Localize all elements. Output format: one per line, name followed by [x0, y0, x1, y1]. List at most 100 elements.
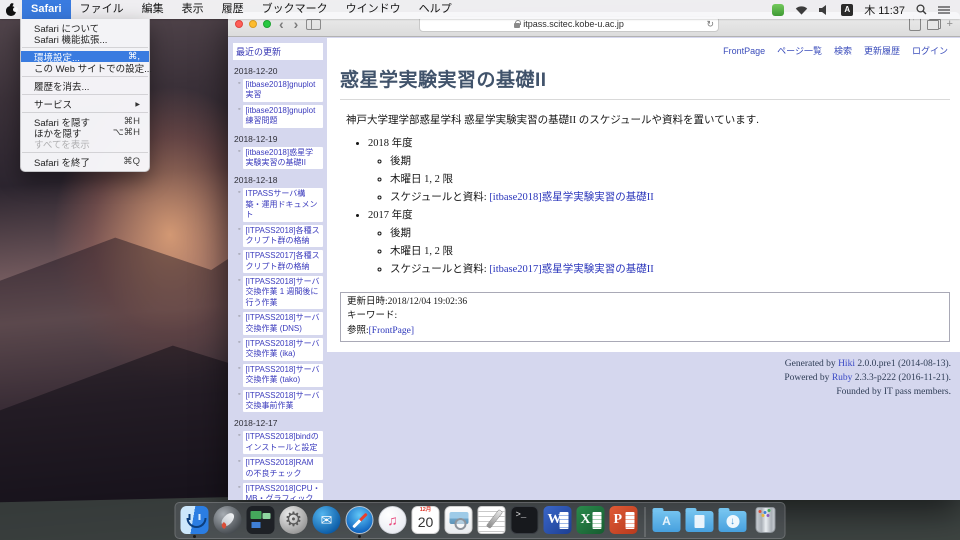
menubar-item-window[interactable]: ウインドウ — [337, 0, 410, 19]
sidebar-wiki-link[interactable]: [ITPASS2018]サーバ交換作業 (DNS) — [243, 312, 323, 335]
menubar-item-safari[interactable]: Safari — [22, 0, 71, 19]
dock-item-finder[interactable] — [181, 506, 209, 539]
dock-item-mission-control[interactable] — [247, 506, 275, 539]
sidebar-wiki-link[interactable]: [ITPASS2018]サーバ交換作業 (ika) — [243, 338, 323, 361]
dock-item-textedit[interactable] — [478, 506, 506, 539]
lock-icon — [514, 23, 520, 28]
menubar-item-edit[interactable]: 編集 — [133, 0, 173, 19]
wifi-icon[interactable] — [795, 5, 808, 15]
wiki-nav-link[interactable]: ページ一覧 — [777, 46, 822, 56]
dock: 12月20 WX PA ↓ — [175, 502, 786, 539]
sidebar-wiki-link[interactable]: [ITPASS2018]サーバ交換作業 1 週間後に行う作業 — [243, 276, 323, 309]
back-button[interactable] — [277, 18, 286, 30]
dock-item-word[interactable]: W — [544, 506, 572, 539]
sidebar-toggle-icon[interactable] — [306, 19, 321, 30]
dock-item-powerpoint[interactable]: P — [610, 506, 638, 539]
reload-icon[interactable] — [707, 19, 715, 30]
dock-item-terminal[interactable] — [511, 506, 539, 539]
bullet-icon: ◦ — [238, 276, 240, 286]
menu-item-label: すべてを表示 — [34, 137, 90, 151]
finder-icon — [181, 506, 209, 534]
menubar-item-bookmarks[interactable]: ブックマーク — [253, 0, 337, 19]
year-item: 2018 年度後期木曜日 1, 2 限スケジュールと資料: [itbase201… — [368, 135, 950, 204]
footer-text: 2.3.3-p222 (2016-11-21). — [852, 373, 951, 383]
menubar-item-view[interactable]: 表示 — [173, 0, 213, 19]
wiki-nav-link[interactable]: ログイン — [912, 46, 948, 56]
dock-separator — [645, 507, 646, 537]
sidebar-wiki-link[interactable]: [ITPASS2018]CPU・MB・グラフィックボード・電源の不良チェック — [243, 483, 323, 500]
ref-label: 参照: — [347, 326, 369, 336]
menubar-item-history[interactable]: 履歴 — [213, 0, 253, 19]
footer-link[interactable]: Hiki — [838, 359, 855, 369]
sidebar-wiki-link[interactable]: [ITPASS2018]サーバ交換作業 (tako) — [243, 364, 323, 387]
footer-link[interactable]: Ruby — [832, 373, 853, 383]
sidebar-wiki-link[interactable]: ITPASSサーバ構築・運用ドキュメント — [243, 188, 323, 221]
menu-separator — [22, 112, 148, 113]
wiki-nav-link[interactable]: FrontPage — [723, 46, 765, 56]
sidebar-wiki-link[interactable]: [ITPASS2018]サーバ交換事前作業 — [243, 390, 323, 413]
dock-item-calendar[interactable]: 12月20 — [412, 506, 440, 539]
dock-item-safari[interactable] — [346, 506, 374, 539]
footer-line: Founded by IT pass members. — [327, 385, 951, 399]
sidebar-wiki-link[interactable]: [ITPASS2018]RAM の不良チェック — [243, 457, 323, 480]
bullet-icon: ◦ — [238, 105, 240, 115]
minimize-window-button[interactable] — [249, 20, 257, 28]
sidebar-wiki-link[interactable]: [ITPASS2018]bindのインストールと設定 — [243, 431, 323, 454]
notification-center-icon[interactable] — [938, 5, 950, 15]
wiki-nav-link[interactable]: 更新履歴 — [864, 46, 900, 56]
frontpage-link[interactable]: [FrontPage] — [369, 326, 414, 336]
wiki-nav-link[interactable]: 検索 — [834, 46, 852, 56]
dock-item-trash[interactable] — [752, 506, 780, 539]
zoom-window-button[interactable] — [263, 20, 271, 28]
share-icon[interactable] — [909, 18, 921, 31]
schedule-link[interactable]: [itbase2017]惑星学実験実習の基礎II — [489, 264, 653, 275]
forward-button[interactable] — [292, 18, 301, 30]
menu-item-label: サービス — [34, 97, 72, 111]
sidebar-wiki-link[interactable]: [itbase2018]惑星学実験実習の基礎II — [243, 147, 323, 170]
bullet-icon: ◦ — [238, 147, 240, 157]
sidebar-wiki-link[interactable]: [ITPASS2018]各種スクリプト群の格納 — [243, 225, 323, 248]
tab-overview-icon[interactable] — [927, 19, 941, 30]
dock-item-folder-applications[interactable]: A — [653, 506, 681, 539]
app-status-icon[interactable] — [772, 4, 784, 16]
office-letter: X — [577, 512, 591, 528]
menu-item-services[interactable]: サービス — [21, 98, 149, 109]
calendar-icon: 12月20 — [412, 506, 440, 534]
dock-item-preview[interactable] — [445, 506, 473, 539]
dock-item-system-preferences[interactable] — [280, 506, 308, 539]
menu-item-quit-safari[interactable]: Safari を終了 ⌘Q — [21, 156, 149, 167]
dock-item-itunes[interactable] — [379, 506, 407, 539]
dock-item-thunderbird[interactable] — [313, 506, 341, 539]
sidebar-wiki-link[interactable]: [itbase2018]gnuplot 練習問題 — [243, 105, 323, 128]
menu-item-label: Safari を終了 — [34, 155, 90, 169]
close-window-button[interactable] — [235, 20, 243, 28]
new-tab-icon[interactable] — [947, 18, 953, 30]
dock-item-folder-documents[interactable] — [686, 506, 714, 539]
slot-item: 木曜日 1, 2 限 — [390, 243, 950, 258]
dock-item-excel[interactable]: X — [577, 506, 605, 539]
thunderbird-icon — [313, 506, 341, 534]
schedule-link[interactable]: [itbase2018]惑星学実験実習の基礎II — [489, 192, 653, 203]
menu-item-clear-history[interactable]: 履歴を消去... — [21, 80, 149, 91]
menubar-item-help[interactable]: ヘルプ — [410, 0, 461, 19]
input-source-icon[interactable]: A — [841, 4, 853, 16]
bullet-icon: ◦ — [238, 364, 240, 374]
menu-item-safari-extensions[interactable]: Safari 機能拡張... — [21, 33, 149, 44]
menu-separator — [22, 76, 148, 77]
apple-menu-icon[interactable] — [0, 4, 22, 16]
schedule-label: スケジュールと資料: — [390, 264, 489, 275]
menubar-item-file[interactable]: ファイル — [71, 0, 133, 19]
menu-separator — [22, 47, 148, 48]
menu-item-shortcut: ⌘Q — [123, 156, 140, 167]
dock-item-folder-downloads[interactable]: ↓ — [719, 506, 747, 539]
menu-bar-clock[interactable]: 木 11:37 — [864, 2, 905, 18]
year-sublist: 後期木曜日 1, 2 限スケジュールと資料: [itbase2017]惑星学実験… — [390, 225, 950, 276]
sidebar-wiki-link[interactable]: [itbase2018]gnuplot 実習 — [243, 79, 323, 102]
folder-downloads-icon: ↓ — [719, 511, 747, 532]
volume-icon[interactable] — [819, 5, 830, 15]
sidebar-wiki-link[interactable]: [ITPASS2017]各種スクリプト群の格納 — [243, 250, 323, 273]
menu-item-website-settings[interactable]: この Web サイトでの設定... — [21, 62, 149, 73]
spotlight-icon[interactable] — [916, 4, 927, 15]
main-content: FrontPageページ一覧検索更新履歴ログイン 惑星学実験実習の基礎II 神戸… — [327, 38, 960, 500]
dock-item-launchpad[interactable] — [214, 506, 242, 539]
